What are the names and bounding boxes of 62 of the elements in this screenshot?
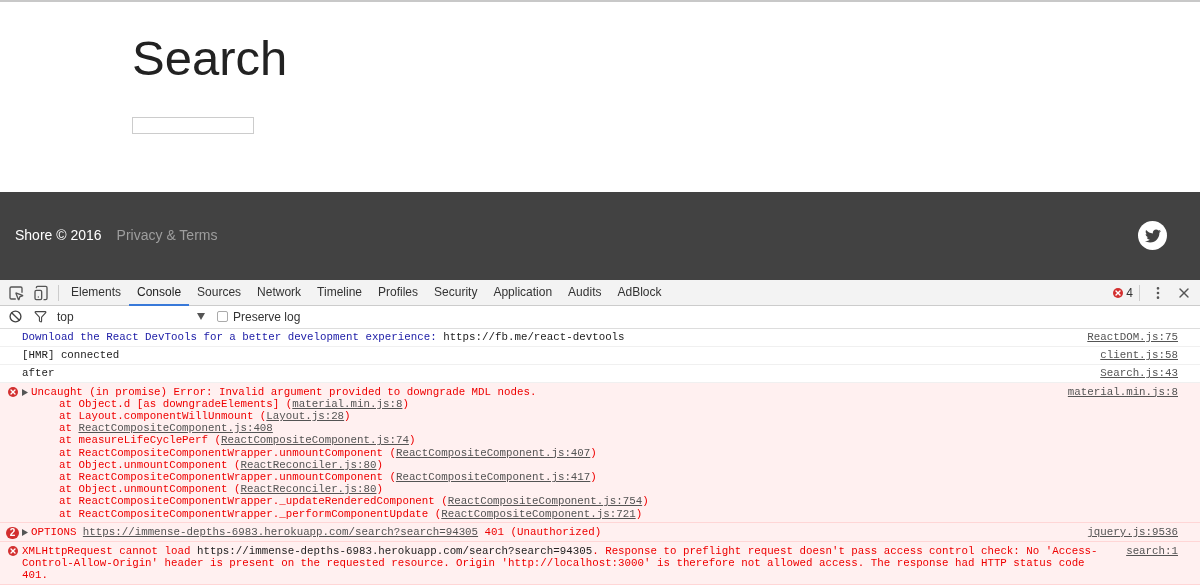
source-link[interactable]: ReactReconciler.js:80 (240, 458, 377, 471)
source-link[interactable]: ReactCompositeComponent.js:721 (441, 507, 636, 520)
expand-triangle-icon[interactable] (22, 528, 28, 536)
console-message: after (22, 367, 56, 380)
stack-line: at Object.unmountComponent (ReactReconciler.js:80) (58, 483, 383, 496)
expand-triangle-icon[interactable] (22, 388, 28, 396)
privacy-terms-link[interactable]: Privacy & Terms (116, 225, 218, 247)
source-link[interactable]: material.min.js:8 (292, 397, 403, 410)
twitter-icon[interactable] (1138, 221, 1167, 251)
source-link[interactable]: jquery.js:9536 (1087, 525, 1178, 539)
source-link[interactable]: ReactCompositeComponent.js:754 (447, 495, 643, 508)
stack-line: at measureLifeCyclePerf (ReactCompositeComponent.js:74) (58, 434, 416, 447)
devtools-tab[interactable]: Audits (560, 279, 610, 306)
source-link[interactable]: ReactCompositeComponent.js:408 (78, 422, 273, 435)
source-link[interactable]: material.min.js:8 (1067, 385, 1178, 398)
context-select[interactable]: top (57, 307, 207, 326)
preserve-log-checkbox[interactable] (217, 311, 228, 323)
stack-line: at ReactCompositeComponentWrapper._updateRenderedComponent (ReactCompositeComponent.js:754) (58, 495, 649, 508)
source-link[interactable]: ReactCompositeComponent.js:407 (395, 446, 591, 459)
console-message: [HMR] connected (22, 349, 121, 362)
source-link[interactable]: ReactReconciler.js:80 (240, 483, 377, 496)
console-message: Download the React DevTools for a better development experience: https://fb.me/react-devtools (22, 331, 626, 344)
console-message: OPTIONS https://immense-depths-6983.herokuapp.com/search?search=94305 401 (Unauthorized) (31, 525, 603, 539)
source-link[interactable]: ReactDOM.js:75 (1087, 331, 1178, 344)
console-message: Uncaught (in promise) Error: Invalid argument provided to downgrade MDL nodes. (31, 385, 538, 398)
inspect-icon[interactable] (8, 284, 24, 301)
error-icon (1113, 287, 1124, 298)
stack-line: at Object.d [as downgradeElements] (material.min.js:8) (58, 397, 409, 411)
clear-icon[interactable] (9, 310, 22, 324)
stack-line: at ReactCompositeComponent.js:408 (58, 422, 273, 435)
devtools-tab[interactable]: AdBlock (609, 279, 670, 306)
devtools-tab[interactable]: Security (426, 279, 486, 306)
error-icon (8, 545, 18, 556)
preserve-log-label: Preserve log (233, 308, 301, 326)
stack-line: at ReactCompositeComponentWrapper.unmountComponent (ReactCompositeComponent.js:407) (58, 446, 597, 459)
console-message: XMLHttpRequest cannot load https://immense-depths-6983.herokuapp.com/search?search=94305. Response to preflight request doesn't pass access control check: No 'Access-Control-Allow-Origin' header is present on the requested resource. Origin 'http://localhost:3000' is therefore not allowed access. The response had HTTP status code 401. (22, 544, 1099, 582)
devtools-tab[interactable]: Profiles (370, 279, 427, 306)
stack-line: at Layout.componentWillUnmount (Layout.js:28) (58, 410, 351, 423)
source-link[interactable]: Search.js:43 (1100, 367, 1178, 380)
repeat-count: 2 (6, 526, 19, 539)
stack-line: at ReactCompositeComponentWrapper._performComponentUpdate (ReactCompositeComponent.js:721) (58, 507, 643, 520)
source-link[interactable]: ReactCompositeComponent.js:417 (395, 471, 591, 484)
devtools-tab[interactable]: Sources (189, 279, 250, 306)
copyright-text: Shore © 2016 (15, 226, 102, 246)
error-icon (8, 386, 18, 397)
source-link[interactable]: https://immense-depths-6983.herokuapp.com/search?search=94305 (82, 525, 479, 538)
source-link[interactable]: search:1 (1126, 544, 1178, 558)
devtools-tab[interactable]: Elements (63, 279, 130, 306)
devtools-tab[interactable]: Network (249, 279, 310, 306)
filter-icon[interactable] (34, 310, 47, 324)
source-link[interactable]: ReactCompositeComponent.js:74 (221, 434, 409, 447)
devtools-tab[interactable]: Timeline (309, 279, 370, 306)
stack-line: at ReactCompositeComponentWrapper.unmountComponent (ReactCompositeComponent.js:417) (58, 471, 597, 484)
source-link[interactable]: Layout.js:28 (266, 410, 345, 423)
error-count[interactable]: 4 (1126, 283, 1133, 302)
device-icon[interactable] (33, 284, 49, 301)
devtools-tab[interactable]: Application (485, 279, 561, 306)
stack-line: at Object.unmountComponent (ReactReconciler.js:80) (58, 458, 383, 472)
source-link[interactable]: client.js:58 (1100, 349, 1178, 362)
search-field[interactable] (132, 117, 254, 134)
page-title: Search (132, 30, 288, 87)
dropdown-caret-icon (197, 313, 205, 321)
